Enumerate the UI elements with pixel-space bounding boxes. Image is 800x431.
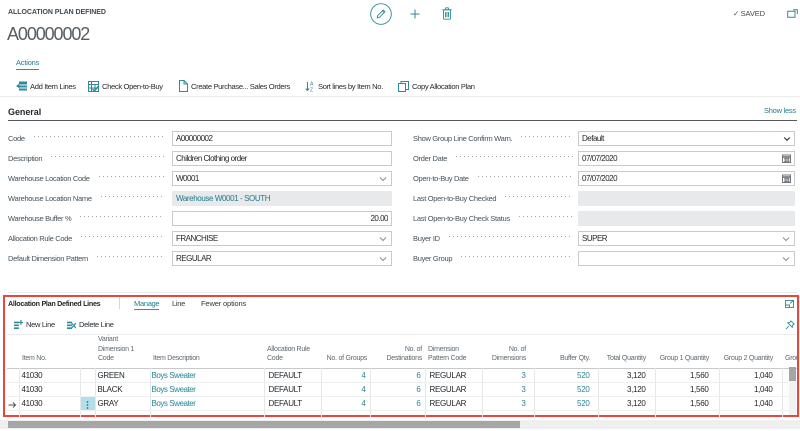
- svg-text:Z: Z: [310, 87, 313, 92]
